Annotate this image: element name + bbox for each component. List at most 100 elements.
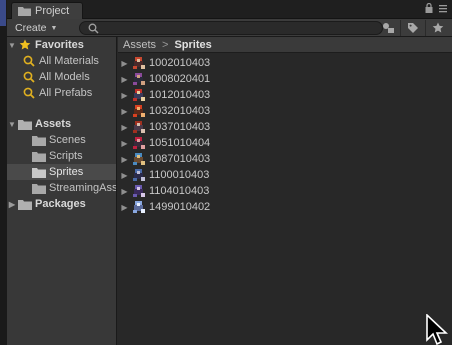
expand-arrow-icon[interactable]: ▶ [118, 171, 131, 180]
folder-icon [18, 7, 31, 16]
packages-header[interactable]: ▶ Packages [7, 196, 86, 212]
folder-icon [31, 150, 46, 162]
sprite-thumbnail-icon [133, 169, 145, 181]
expand-arrow-icon[interactable]: ▶ [118, 91, 131, 100]
expand-arrow-icon[interactable]: ▶ [118, 139, 131, 148]
asset-row[interactable]: ▶ 1037010403 [118, 119, 210, 135]
toolbar: Create ▼ [7, 19, 452, 37]
sidebar-item-all-prefabs[interactable]: All Prefabs [21, 85, 92, 101]
breadcrumb-sprites[interactable]: Sprites [174, 39, 211, 51]
toolbar-divider [400, 20, 401, 36]
sidebar-item-sprites[interactable]: Sprites [7, 164, 116, 180]
star-icon [432, 22, 444, 33]
folder-tree-panel: ▼ Favorites All Materials All Models All… [7, 37, 117, 345]
asset-name: 1051010404 [149, 137, 211, 149]
expand-arrow-icon[interactable]: ▶ [118, 107, 131, 116]
sidebar-item-label: Sprites [49, 166, 84, 178]
expand-arrow-icon[interactable]: ▶ [118, 59, 131, 68]
sprite-thumbnail-icon [133, 73, 145, 85]
caret-down-icon: ▼ [50, 24, 58, 32]
expand-arrow-icon[interactable]: ▶ [118, 187, 131, 196]
asset-name: 1100010403 [149, 169, 210, 181]
create-label: Create [15, 22, 47, 34]
asset-row[interactable]: ▶ 1104010403 [118, 183, 209, 199]
mouse-cursor-icon [426, 314, 449, 345]
folder-icon [17, 198, 32, 210]
sidebar-item-all-materials[interactable]: All Materials [21, 53, 99, 69]
tab-bar: Project [7, 0, 452, 19]
expand-arrow-icon[interactable]: ▶ [118, 123, 131, 132]
expand-arrow-icon[interactable]: ▶ [118, 203, 131, 212]
sprite-thumbnail-icon [133, 105, 145, 117]
asset-row[interactable]: ▶ 1087010403 [118, 151, 210, 167]
sidebar-item-label: StreamingAssets [49, 182, 117, 194]
asset-row[interactable]: ▶ 1002010403 [118, 55, 210, 71]
search-icon [21, 87, 36, 99]
sprite-thumbnail-icon [133, 137, 145, 149]
sidebar-item-label: Scripts [49, 150, 83, 162]
label-tag-icon [408, 23, 418, 33]
asset-row[interactable]: ▶ 1032010403 [118, 103, 210, 119]
expand-arrow-icon[interactable]: ▶ [118, 75, 131, 84]
lock-icon[interactable] [425, 3, 433, 13]
tab-project[interactable]: Project [11, 2, 83, 19]
asset-row[interactable]: ▶ 1008020401 [118, 71, 210, 87]
sprite-thumbnail-icon [133, 57, 145, 69]
sidebar-item-label: All Prefabs [39, 87, 93, 99]
favorites-label: Favorites [35, 39, 84, 51]
sidebar-item-streamingassets[interactable]: StreamingAssets [21, 180, 117, 196]
breadcrumb: Assets > Sprites [118, 37, 452, 53]
sidebar-item-label: All Models [39, 71, 90, 83]
folder-icon [31, 134, 46, 146]
expand-arrow-icon[interactable]: ▼ [7, 120, 17, 129]
asset-row[interactable]: ▶ 1012010403 [118, 87, 210, 103]
expand-arrow-icon[interactable]: ▶ [118, 155, 131, 164]
search-by-label-button[interactable] [403, 20, 423, 36]
star-icon [17, 39, 32, 51]
left-window-edge [0, 0, 7, 345]
asset-name: 1032010403 [149, 105, 211, 117]
breadcrumb-assets[interactable]: Assets [123, 39, 156, 51]
asset-name: 1037010403 [149, 121, 211, 133]
asset-name: 1104010403 [149, 185, 210, 197]
asset-name: 1087010403 [149, 153, 211, 165]
favorites-header[interactable]: ▼ Favorites [7, 37, 84, 53]
expand-arrow-icon[interactable]: ▶ [7, 200, 17, 209]
sidebar-item-scenes[interactable]: Scenes [21, 132, 86, 148]
toolbar-divider [425, 20, 426, 36]
create-dropdown[interactable]: Create ▼ [11, 20, 61, 36]
folder-icon [17, 118, 32, 130]
asset-name: 1012010403 [149, 89, 211, 101]
assets-header[interactable]: ▼ Assets [7, 116, 71, 132]
sidebar-item-label: All Materials [39, 55, 99, 67]
sidebar-item-scripts[interactable]: Scripts [21, 148, 83, 164]
sidebar-item-all-models[interactable]: All Models [21, 69, 90, 85]
edge-accent [0, 0, 6, 26]
asset-name: 1008020401 [149, 73, 211, 85]
asset-list-panel: Assets > Sprites ▶ 1002010403 ▶ 1008020401 ▶… [118, 37, 452, 345]
search-icon [21, 71, 36, 83]
sprite-thumbnail-icon [133, 121, 145, 133]
asset-row[interactable]: ▶ 1499010402 [118, 199, 210, 215]
search-icon [21, 55, 36, 67]
asset-row[interactable]: ▶ 1051010404 [118, 135, 210, 151]
sidebar-item-label: Scenes [49, 134, 86, 146]
sprite-thumbnail-icon [133, 201, 145, 213]
favorite-search-button[interactable] [428, 20, 448, 36]
search-icon [88, 23, 99, 34]
search-field[interactable] [79, 21, 383, 35]
sprite-thumbnail-icon [133, 185, 145, 197]
folder-open-icon [31, 166, 46, 178]
type-filter-icon [382, 23, 394, 33]
search-by-type-button[interactable] [378, 20, 398, 36]
sprite-thumbnail-icon [133, 89, 145, 101]
tab-label: Project [35, 5, 70, 17]
expand-arrow-icon[interactable]: ▼ [7, 41, 17, 50]
asset-name: 1499010402 [149, 201, 211, 213]
search-input[interactable] [102, 22, 372, 34]
context-menu-icon[interactable] [438, 3, 448, 13]
chevron-right-icon: > [162, 38, 169, 51]
assets-label: Assets [35, 118, 72, 130]
asset-row[interactable]: ▶ 1100010403 [118, 167, 209, 183]
folder-icon [31, 182, 46, 194]
